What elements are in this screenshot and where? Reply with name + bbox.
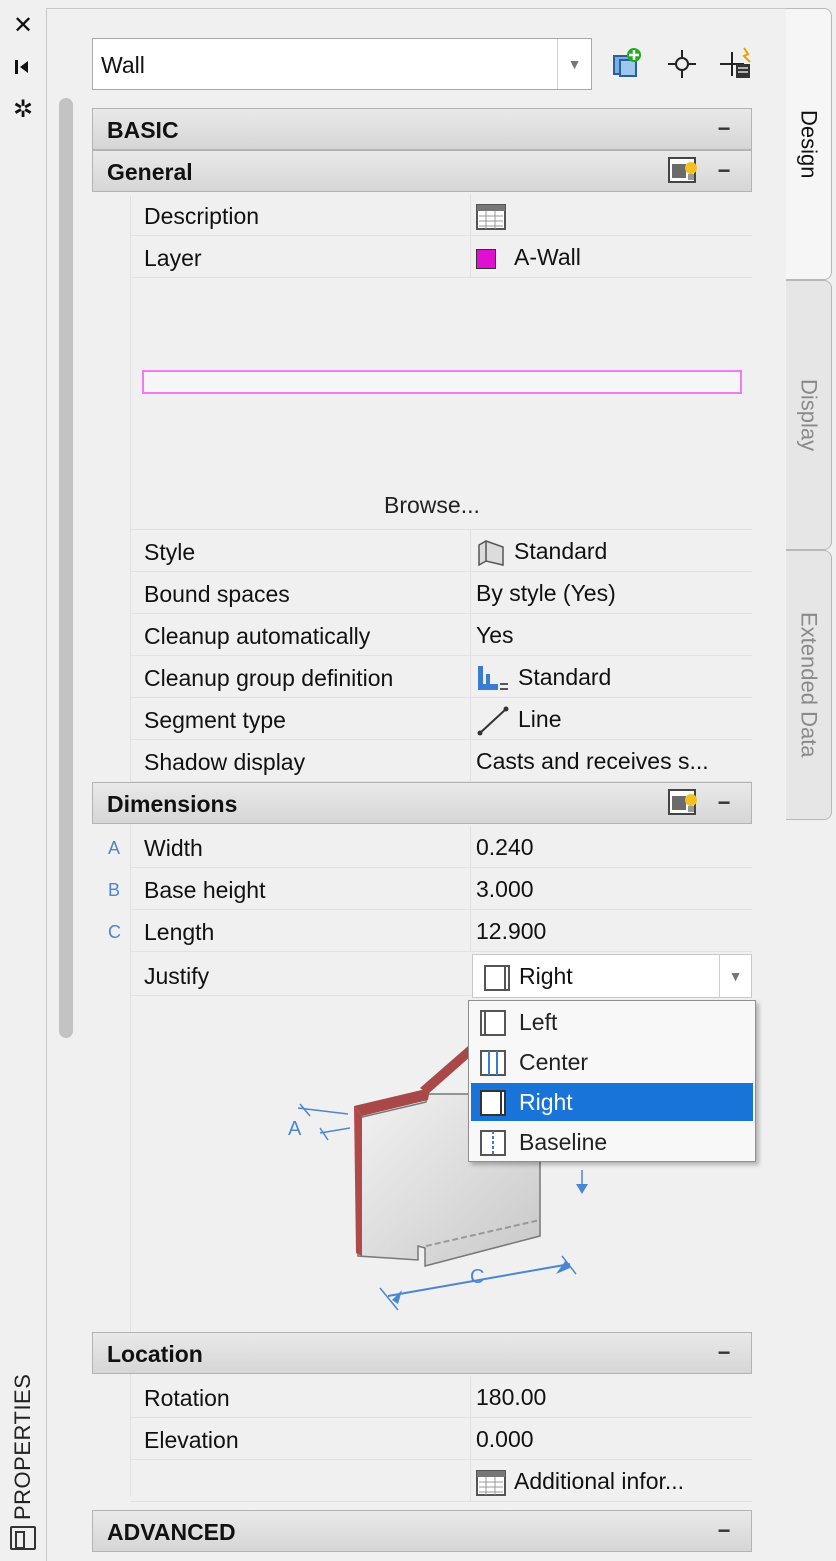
row-additional-info[interactable]: Additional infor... [130,1460,752,1502]
additional-info-link[interactable]: Additional infor... [514,1468,684,1494]
description-worksheet-icon[interactable] [476,203,506,230]
wall-style-icon [478,540,504,567]
chevron-down-icon[interactable]: ▼ [557,39,591,89]
section-dimensions[interactable]: Dimensions − [92,782,752,824]
row-cleanup-automatically[interactable]: Cleanup automatically Yes [130,614,752,656]
cleanup-group-icon [478,666,508,690]
row-cleanup-group[interactable]: Cleanup group definition Standard [130,656,752,698]
chevron-down-icon[interactable]: ▼ [719,955,751,997]
row-length[interactable]: Length 12.900 [130,910,752,952]
dimension-letter-a: A [108,838,121,858]
object-type-value: Wall [101,52,145,78]
close-icon[interactable]: ✕ [8,10,38,40]
diagram-label-c: C [470,1266,485,1288]
row-base-height[interactable]: Base height 3.000 [130,868,752,910]
worksheet-icon[interactable] [476,1469,506,1496]
justify-option-right[interactable]: Right [471,1083,753,1121]
tab-extended-data[interactable]: Extended Data [786,550,832,820]
row-bound-spaces[interactable]: Bound spaces By style (Yes) [130,572,752,614]
justify-right-icon [480,1090,506,1116]
row-shadow-display[interactable]: Shadow display Casts and receives s... [130,740,752,782]
dimension-letter-b: B [108,880,121,900]
row-segment-type[interactable]: Segment type Line [130,698,752,740]
tab-display[interactable]: Display [786,280,832,550]
row-rotation[interactable]: Rotation 180.00 [130,1376,752,1418]
row-elevation[interactable]: Elevation 0.000 [130,1418,752,1460]
section-general[interactable]: General − [92,150,752,192]
quick-view-icon[interactable] [667,156,701,186]
layer-preview: Browse... [130,278,752,530]
collapse-icon[interactable]: − [709,783,739,823]
section-title: ADVANCED [107,1519,236,1545]
quick-view-icon[interactable] [667,788,701,818]
collapse-icon[interactable]: − [709,109,739,149]
line-segment-icon [477,706,509,736]
row-style[interactable]: Style Standard [130,530,752,572]
justify-select[interactable]: Right ▼ [472,954,752,998]
section-title: General [107,159,193,185]
palette-titlebar: ✕ ✲ PROPERTIES [0,0,46,1561]
section-basic[interactable]: BASIC − [92,108,752,150]
row-description[interactable]: Description [130,194,752,236]
collapse-icon[interactable]: − [709,151,739,191]
layer-value: A-Wall [514,244,581,270]
justify-option-left[interactable]: Left [471,1003,753,1041]
justify-option-center[interactable]: Center [471,1043,753,1081]
diagram-label-a: A [288,1118,302,1140]
justify-dropdown: Left Center Right Baseline [468,1000,756,1162]
justify-center-icon [480,1050,506,1076]
justify-option-baseline[interactable]: Baseline [471,1123,753,1161]
gear-icon[interactable]: ✲ [8,94,38,124]
object-type-select[interactable]: Wall ▼ [92,38,592,90]
section-title: BASIC [107,117,179,143]
section-title: Location [107,1341,203,1367]
auto-hide-icon[interactable] [8,52,38,82]
justify-right-icon [484,964,510,991]
justify-value: Right [519,963,573,989]
section-title: Dimensions [107,791,238,817]
section-location[interactable]: Location − [92,1332,752,1374]
section-advanced[interactable]: ADVANCED − [92,1510,752,1552]
scrollbar-thumb[interactable] [59,98,73,1038]
select-objects-icon[interactable] [664,46,700,82]
justify-baseline-icon [480,1130,506,1156]
row-layer[interactable]: Layer A-Wall [130,236,752,278]
row-width[interactable]: Width 0.240 [130,826,752,868]
collapse-icon[interactable]: − [709,1511,739,1551]
collapse-icon[interactable]: − [709,1333,739,1373]
browse-button[interactable]: Browse... [384,492,480,519]
toggle-pickadd-icon[interactable] [718,46,754,82]
justify-left-icon [480,1010,506,1036]
layer-preview-bar [142,370,742,394]
palette-title: PROPERTIES [10,1373,35,1520]
dimension-letter-c: C [108,922,121,942]
layer-color-swatch [476,248,496,269]
quick-select-icon[interactable] [610,46,646,82]
palette-menu-icon[interactable] [10,1526,36,1550]
tab-design[interactable]: Design [786,8,832,280]
